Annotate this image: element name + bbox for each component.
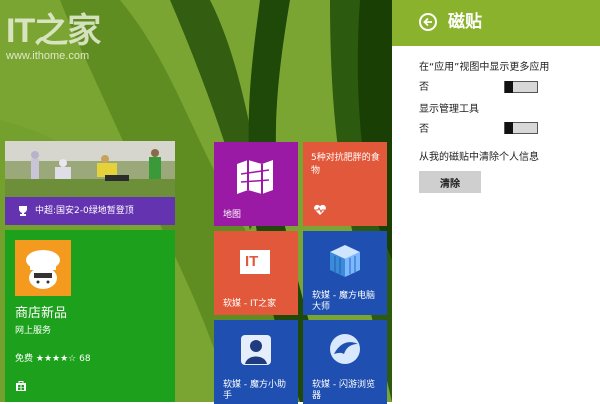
more-apps-toggle[interactable] xyxy=(504,81,538,93)
watermark-url: www.ithome.com xyxy=(6,50,90,62)
store-price: 免费 xyxy=(15,354,34,364)
store-tile[interactable]: 商店新品 网上服务 免费 ★★★★☆ 68 xyxy=(5,230,175,402)
pcmaster-tile[interactable]: 软媒 - 魔方电脑大师 xyxy=(303,231,387,315)
heart-pulse-icon xyxy=(314,204,326,215)
tiles-settings-panel: 磁贴 在“应用”视图中显示更多应用 否 显示管理工具 否 从我的磁贴中清除个人信… xyxy=(392,0,600,402)
person-icon xyxy=(241,335,271,365)
ithome-tile[interactable]: IT 软媒 - IT之家 xyxy=(214,231,298,315)
trophy-icon xyxy=(19,206,27,216)
watermark-logo: IT之家 xyxy=(6,12,101,50)
arrow-left-icon xyxy=(423,17,432,27)
more-apps-value: 否 xyxy=(419,82,429,93)
chef-app-icon xyxy=(15,240,71,296)
browser-label: 软媒 - 闪游浏览器 xyxy=(312,380,375,401)
panel-header: 磁贴 xyxy=(392,0,600,46)
toggle-thumb xyxy=(505,122,513,134)
store-new-title: 商店新品 xyxy=(15,306,68,321)
store-subtitle: 网上服务 xyxy=(15,326,52,336)
admin-tools-value: 否 xyxy=(419,124,429,135)
maps-tile[interactable]: 地图 xyxy=(214,142,298,226)
admin-tools-label: 显示管理工具 xyxy=(419,104,479,115)
store-icon xyxy=(16,381,26,391)
sports-news-tile[interactable]: 中超:国安2-0绿地暂登顶 xyxy=(5,141,175,225)
browser-tile[interactable]: 软媒 - 闪游浏览器 xyxy=(303,320,387,404)
watermark: IT之家 www.ithome.com xyxy=(6,12,101,62)
toggle-thumb xyxy=(505,81,513,93)
clear-info-label: 从我的磁贴中清除个人信息 xyxy=(419,152,539,163)
bird-icon xyxy=(330,334,360,364)
store-rating-count: 68 xyxy=(79,354,91,364)
ithome-label: 软媒 - IT之家 xyxy=(223,299,277,309)
ithome-logo: IT xyxy=(240,250,270,274)
map-icon xyxy=(237,160,273,194)
health-headline: 5种对抗肥胖的食物 xyxy=(311,153,380,176)
panel-title: 磁贴 xyxy=(448,12,482,32)
cube-icon xyxy=(330,245,360,277)
soccer-photo xyxy=(5,141,175,197)
helper-label: 软媒 - 魔方小助手 xyxy=(223,380,286,401)
admin-tools-toggle[interactable] xyxy=(504,122,538,134)
helper-tile[interactable]: 软媒 - 魔方小助手 xyxy=(214,320,298,404)
more-apps-label: 在“应用”视图中显示更多应用 xyxy=(419,62,550,73)
sports-headline: 中超:国安2-0绿地暂登顶 xyxy=(35,206,134,216)
back-button[interactable] xyxy=(419,13,437,31)
store-stars: ★★★★☆ xyxy=(35,354,77,364)
pcmaster-label: 软媒 - 魔方电脑大师 xyxy=(312,291,375,312)
ithome-logo-text: IT xyxy=(245,253,259,270)
clear-button[interactable]: 清除 xyxy=(419,171,481,193)
store-rating: 免费 ★★★★☆ 68 xyxy=(15,354,91,365)
health-tile[interactable]: 5种对抗肥胖的食物 xyxy=(303,142,387,226)
maps-label: 地图 xyxy=(223,210,242,220)
